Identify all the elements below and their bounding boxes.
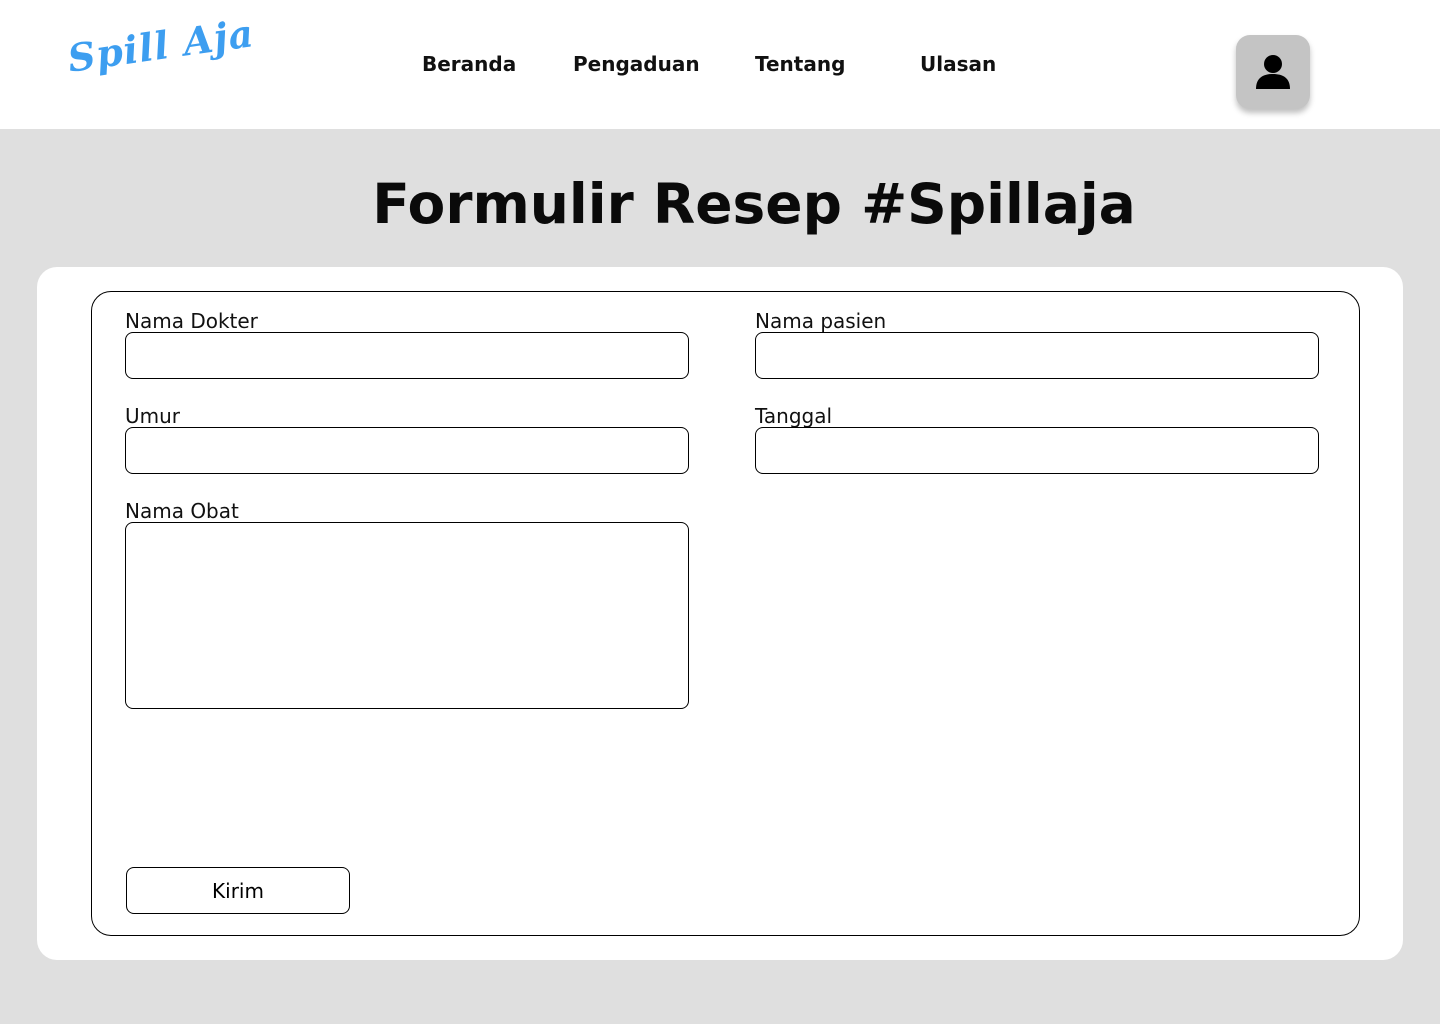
- medicine-name-textarea[interactable]: [125, 522, 689, 709]
- submit-button[interactable]: Kirim: [126, 867, 350, 914]
- profile-button[interactable]: [1236, 35, 1310, 109]
- top-navbar: Spill Aja Beranda Pengaduan Tentang Ulas…: [0, 0, 1440, 129]
- doctor-name-input[interactable]: [125, 332, 689, 379]
- age-label: Umur: [125, 404, 181, 428]
- nav-item-beranda[interactable]: Beranda: [422, 52, 516, 76]
- logo[interactable]: Spill Aja: [65, 10, 257, 81]
- nav-item-tentang[interactable]: Tentang: [755, 52, 845, 76]
- date-label: Tanggal: [755, 404, 833, 428]
- page-title: Formulir Resep #Spillaja: [372, 172, 1136, 236]
- prescription-form: Nama Dokter Nama pasien Umur Tanggal Nam…: [91, 291, 1360, 936]
- medicine-name-label: Nama Obat: [125, 499, 239, 523]
- nav-item-ulasan[interactable]: Ulasan: [920, 52, 996, 76]
- age-input[interactable]: [125, 427, 689, 474]
- form-card: Nama Dokter Nama pasien Umur Tanggal Nam…: [37, 267, 1403, 960]
- user-icon: [1256, 55, 1290, 89]
- nav-item-pengaduan[interactable]: Pengaduan: [573, 52, 700, 76]
- doctor-name-label: Nama Dokter: [125, 309, 258, 333]
- date-input[interactable]: [755, 427, 1319, 474]
- patient-name-label: Nama pasien: [755, 309, 887, 333]
- patient-name-input[interactable]: [755, 332, 1319, 379]
